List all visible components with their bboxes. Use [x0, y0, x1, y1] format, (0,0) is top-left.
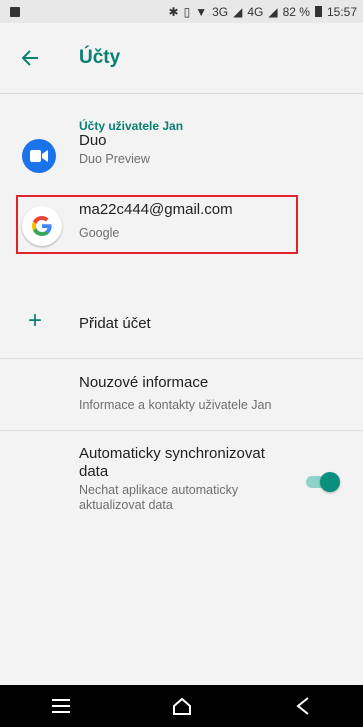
status-right: ✱ ▯ ▼ 3G ◢ 4G ◢ 82 % 15:57	[169, 5, 357, 19]
navigation-bar	[0, 685, 363, 727]
account-row-duo[interactable]: Duo Duo Preview	[0, 130, 363, 190]
bluetooth-icon: ✱	[168, 4, 179, 19]
account-type: Duo Preview	[79, 152, 150, 166]
app-bar-divider	[0, 93, 363, 94]
battery-percent: 82 %	[282, 4, 310, 19]
sync-subtitle-line2: aktualizovat data	[79, 498, 173, 512]
sync-title-line2: data	[79, 463, 109, 480]
home-icon[interactable]	[152, 685, 212, 727]
toggle-thumb	[320, 472, 340, 492]
highlight-box	[16, 195, 298, 254]
battery-icon	[314, 6, 322, 17]
duo-icon	[22, 139, 56, 173]
sync-toggle[interactable]	[306, 472, 340, 492]
signal-4g-label: 4G	[247, 4, 264, 19]
plus-icon: +	[28, 307, 43, 334]
add-account-label: Přidat účet	[79, 315, 151, 332]
section-divider	[0, 358, 363, 359]
emergency-info-row[interactable]: Nouzové informace Informace a kontakty u…	[0, 368, 363, 412]
status-bar: ✱ ▯ ▼ 3G ◢ 4G ◢ 82 % 15:57	[0, 0, 363, 23]
sync-title-line1: Automaticky synchronizovat	[79, 445, 265, 462]
vibrate-icon: ▯	[183, 4, 191, 19]
app-bar: Účty	[0, 23, 363, 93]
back-icon[interactable]	[273, 685, 333, 727]
section-divider	[0, 430, 363, 431]
emergency-title: Nouzové informace	[79, 374, 209, 391]
image-notification-icon	[10, 6, 20, 17]
clock: 15:57	[326, 4, 357, 19]
page-title: Účty	[79, 47, 121, 68]
account-name: Duo	[79, 132, 107, 149]
emergency-subtitle: Informace a kontakty uživatele Jan	[79, 398, 272, 412]
wifi-icon: ▼	[195, 4, 208, 19]
menu-icon[interactable]	[31, 685, 91, 727]
signal-3g-label: 3G	[212, 4, 229, 19]
signal-icon: ◢	[233, 4, 243, 19]
back-arrow-icon[interactable]	[0, 23, 60, 93]
sync-subtitle-line1: Nechat aplikace automaticky	[79, 483, 239, 497]
add-account-row[interactable]: Přidat účet	[0, 302, 363, 346]
signal-icon-2: ◢	[268, 4, 278, 19]
